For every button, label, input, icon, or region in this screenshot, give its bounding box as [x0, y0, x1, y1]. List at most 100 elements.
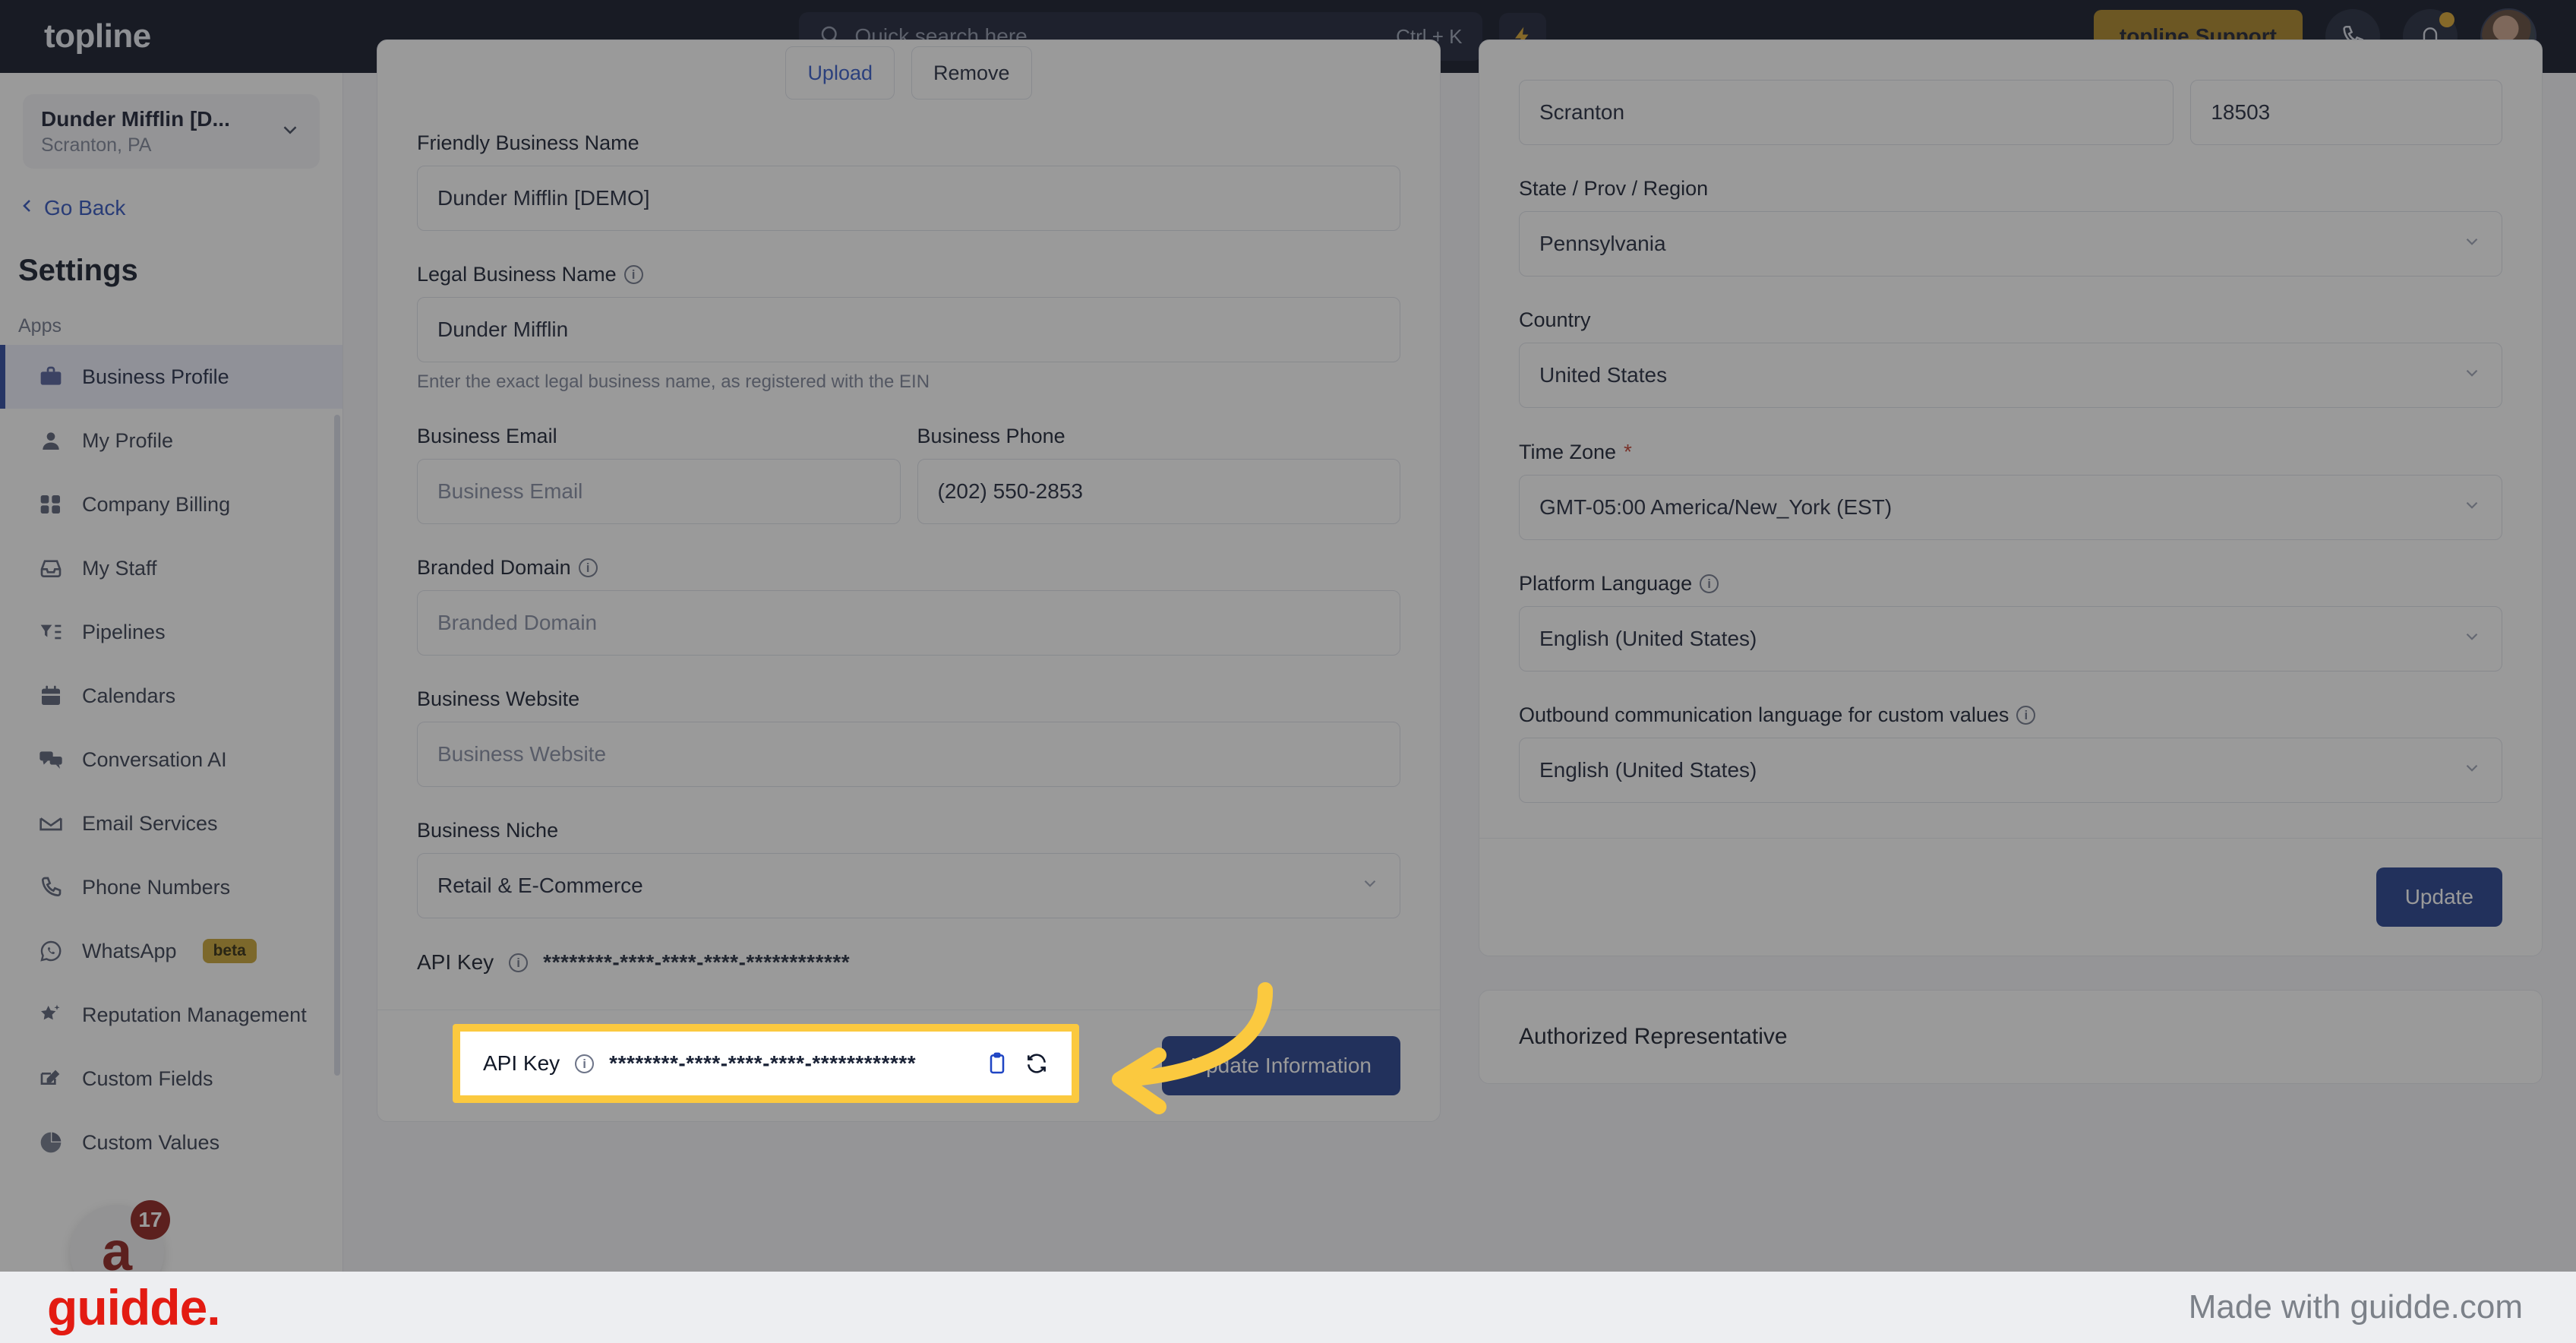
chevron-down-icon: [2462, 232, 2482, 257]
sidebar-item-label: Custom Values: [82, 1130, 220, 1154]
sidebar-item-my-staff[interactable]: My Staff: [0, 536, 343, 600]
field-row-email-phone: Business Email Business Email Business P…: [417, 425, 1400, 524]
field-business-niche: Business Niche Retail & E-Commerce: [417, 819, 1400, 918]
sidebar-item-label: Pipelines: [82, 620, 166, 643]
info-icon[interactable]: i: [578, 558, 598, 577]
sidebar-item-label: Calendars: [82, 684, 176, 707]
made-with-guidde-text: Made with guidde.com: [2188, 1288, 2523, 1326]
whatsapp-icon: [38, 938, 64, 964]
api-key-label: API Key: [483, 1051, 560, 1075]
sidebar-item-label: Company Billing: [82, 492, 231, 516]
field-business-phone: Business Phone (202) 550-2853: [917, 425, 1401, 524]
info-icon[interactable]: i: [509, 953, 529, 972]
field-outbound-language: Outbound communication language for cust…: [1519, 703, 2502, 803]
field-business-email: Business Email Business Email: [417, 425, 901, 524]
pie-chart-icon: [38, 1130, 64, 1155]
platform-language-select[interactable]: English (United States): [1519, 606, 2502, 672]
sidebar-item-label: Reputation Management: [82, 1003, 307, 1026]
chevron-down-icon: [2462, 627, 2482, 652]
clipboard-copy-icon[interactable]: [985, 1051, 1009, 1076]
upload-button[interactable]: Upload: [785, 46, 895, 100]
notification-dot: [2439, 12, 2454, 27]
business-email-input[interactable]: Business Email: [417, 459, 901, 524]
label-text: Country: [1519, 308, 1591, 331]
required-asterisk: *: [1624, 440, 1632, 463]
sidebar-item-custom-fields[interactable]: Custom Fields: [0, 1047, 343, 1111]
sidebar-item-reputation-management[interactable]: Reputation Management: [0, 983, 343, 1047]
sidebar-item-custom-values[interactable]: Custom Values: [0, 1111, 343, 1174]
update-button[interactable]: Update: [2376, 867, 2502, 927]
sidebar-item-label: Conversation AI: [82, 747, 227, 771]
label-text: Platform Language: [1519, 572, 1693, 595]
time-zone-value: GMT-05:00 America/New_York (EST): [1539, 495, 1893, 519]
field-label: Legal Business Name i: [417, 263, 1400, 286]
sidebar-scrollbar[interactable]: [334, 415, 340, 1076]
sidebar-item-label: Phone Numbers: [82, 875, 231, 899]
sidebar-item-label: My Profile: [82, 428, 174, 452]
field-label: Business Phone: [917, 425, 1401, 448]
label-text: Business Website: [417, 687, 580, 710]
chat-widget-unread-badge: 17: [131, 1200, 170, 1240]
sidebar-item-email-services[interactable]: Email Services: [0, 792, 343, 855]
sidebar-item-business-profile[interactable]: Business Profile: [0, 345, 343, 409]
outbound-language-value: English (United States): [1539, 758, 1757, 782]
api-key-masked-value: ********-****-****-****-************: [609, 1051, 917, 1075]
remove-button[interactable]: Remove: [911, 46, 1032, 100]
chevron-down-icon: [279, 118, 301, 145]
info-icon[interactable]: i: [575, 1054, 595, 1073]
go-back-link[interactable]: Go Back: [18, 196, 343, 220]
location-subtitle: Scranton, PA: [41, 134, 152, 156]
friendly-business-name-input[interactable]: Dunder Mifflin [DEMO]: [417, 166, 1400, 231]
field-label: Country: [1519, 308, 2502, 332]
api-key-highlight-callout[interactable]: API Key i ********-****-****-****-******…: [453, 1024, 1079, 1103]
field-platform-language: Platform Language i English (United Stat…: [1519, 572, 2502, 672]
business-phone-input[interactable]: (202) 550-2853: [917, 459, 1400, 524]
label-text: Business Email: [417, 425, 557, 447]
location-switcher[interactable]: Dunder Mifflin [D... Scranton, PA: [23, 94, 320, 169]
sidebar-item-conversation-ai[interactable]: Conversation AI: [0, 728, 343, 792]
field-legal-business-name: Legal Business Name i Dunder Mifflin Ent…: [417, 263, 1400, 393]
api-key-row-base: API Key i ********-****-****-****-******…: [417, 950, 1400, 975]
field-label: Friendly Business Name: [417, 131, 1400, 155]
business-niche-select[interactable]: Retail & E-Commerce: [417, 853, 1400, 918]
field-label: State / Prov / Region: [1519, 177, 2502, 201]
location-name: Dunder Mifflin [D...: [41, 106, 230, 131]
right-column: Scranton 18503 State / Prov / Region Pen…: [1479, 40, 2543, 1272]
filter-list-icon: [38, 619, 64, 645]
right-card-footer: Update: [1479, 838, 2542, 956]
sidebar-item-phone-numbers[interactable]: Phone Numbers: [0, 855, 343, 919]
sidebar-item-company-billing[interactable]: Company Billing: [0, 472, 343, 536]
state-region-select[interactable]: Pennsylvania: [1519, 211, 2502, 276]
info-icon[interactable]: i: [2016, 706, 2036, 725]
business-website-input[interactable]: Business Website: [417, 722, 1400, 787]
field-city: Scranton: [1519, 80, 2174, 145]
sidebar-item-calendars[interactable]: Calendars: [0, 664, 343, 728]
postal-code-input[interactable]: 18503: [2190, 80, 2502, 145]
app-root: topline Quick search here Ctrl + K topli…: [0, 0, 2576, 1343]
sidebar-item-whatsapp[interactable]: WhatsApp beta: [0, 919, 343, 983]
field-label: Platform Language i: [1519, 572, 2502, 596]
sidebar-item-pipelines[interactable]: Pipelines: [0, 600, 343, 664]
field-branded-domain: Branded Domain i Branded Domain: [417, 556, 1400, 656]
app-logo[interactable]: topline: [0, 17, 346, 55]
field-label: Outbound communication language for cust…: [1519, 703, 2502, 727]
refresh-icon[interactable]: [1024, 1051, 1049, 1076]
person-icon: [38, 428, 64, 453]
info-icon[interactable]: i: [1700, 574, 1719, 593]
time-zone-select[interactable]: GMT-05:00 America/New_York (EST): [1519, 475, 2502, 540]
guidde-logo: guidde.: [47, 1279, 221, 1335]
field-friendly-business-name: Friendly Business Name Dunder Mifflin [D…: [417, 131, 1400, 231]
branded-domain-input[interactable]: Branded Domain: [417, 590, 1400, 656]
field-country: Country United States: [1519, 308, 2502, 408]
sidebar-item-label: My Staff: [82, 556, 157, 580]
legal-business-name-input[interactable]: Dunder Mifflin: [417, 297, 1400, 362]
sidebar-item-label: Email Services: [82, 811, 218, 835]
info-icon[interactable]: i: [623, 265, 643, 284]
business-niche-value: Retail & E-Commerce: [437, 874, 643, 897]
country-select[interactable]: United States: [1519, 343, 2502, 408]
chevron-down-icon: [2462, 758, 2482, 783]
legal-business-name-hint: Enter the exact legal business name, as …: [417, 371, 930, 392]
city-input[interactable]: Scranton: [1519, 80, 2174, 145]
sidebar-item-my-profile[interactable]: My Profile: [0, 409, 343, 472]
outbound-language-select[interactable]: English (United States): [1519, 738, 2502, 803]
